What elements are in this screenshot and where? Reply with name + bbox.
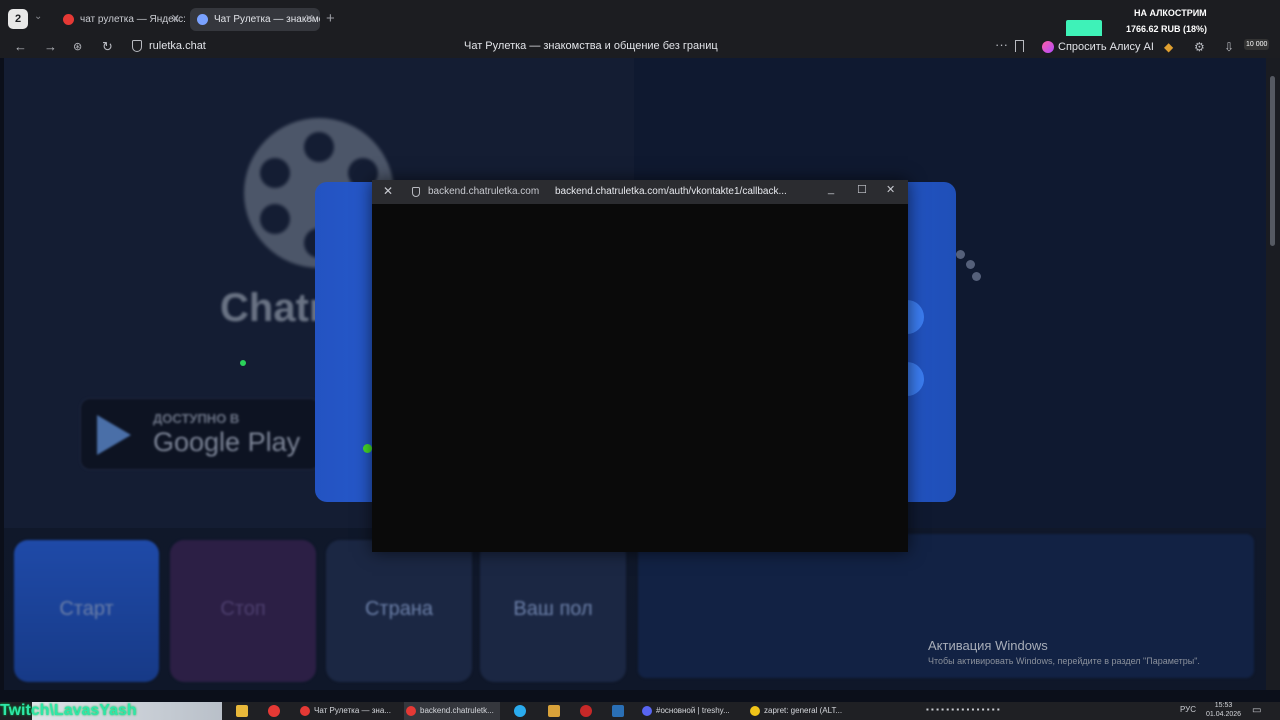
app-icon[interactable] [548, 705, 560, 717]
globe-favicon-icon [197, 14, 208, 25]
scrollbar-thumb[interactable] [1270, 76, 1275, 246]
twitch-username-overlay: Twitch\LavasYash [0, 702, 137, 719]
gplay-available-label: ДОСТУПНО В [153, 411, 240, 426]
popup-close-icon[interactable]: ✕ [383, 184, 393, 198]
taskbar-item-label: #основной | treshy... [656, 706, 730, 715]
stop-label: Стоп [220, 598, 266, 620]
tray-icons[interactable]: ▪ ▪ ▪ ▪ ▪ ▪ ▪ ▪ ▪ ▪ ▪ ▪ ▪ ▪ ▪ [926, 705, 1000, 714]
downloads-icon[interactable]: ⇩ [1224, 40, 1234, 54]
popup-url[interactable]: backend.chatruletka.com/auth/vkontakte1/… [555, 186, 787, 197]
page-scrollbar[interactable] [1266, 58, 1280, 690]
tab-close-icon[interactable]: ✕ [305, 8, 314, 31]
country-label: Страна [364, 598, 434, 620]
notifications-icon[interactable]: ▭ [1252, 705, 1261, 716]
yandex-browser-icon[interactable] [268, 705, 280, 717]
taskbar-item-label: backend.chatruletk... [420, 706, 494, 715]
telegram-icon[interactable] [514, 705, 526, 717]
country-button[interactable]: Страна [326, 540, 472, 682]
stop-button[interactable]: Стоп [170, 540, 316, 682]
gender-button[interactable]: Ваш пол [480, 540, 626, 682]
site-security-shield-icon[interactable] [132, 40, 142, 52]
window-close-icon[interactable]: ✕ [886, 183, 895, 196]
clock-date: 01.04.2026 [1206, 711, 1242, 718]
clock-time: 15:53 [1214, 702, 1233, 709]
online-status-dot [240, 360, 246, 366]
yandex-favicon-icon [63, 14, 74, 25]
bookmark-icon[interactable] [1015, 40, 1024, 52]
taskbar-item-discord[interactable]: #основной | treshy... [640, 702, 738, 720]
url-field[interactable]: ruletka.chat [149, 40, 206, 52]
ask-alice-button[interactable]: Спросить Алису AI [1040, 38, 1160, 56]
taskbar-item-backend[interactable]: backend.chatruletk... [404, 702, 500, 720]
taskbar-item-zapret[interactable]: zapret: general (ALT... [748, 702, 846, 720]
ask-alice-label: Спросить Алису AI [1058, 41, 1154, 53]
start-button[interactable]: Старт [14, 540, 159, 682]
page-title: Чат Рулетка — знакомства и общение без г… [464, 40, 718, 52]
taskbar-clock[interactable]: 15:53 01.04.2026 [1206, 701, 1241, 719]
loading-spinner-icon [956, 250, 965, 259]
popup-title-bar: ✕ backend.chatruletka.com backend.chatru… [372, 180, 908, 204]
windows-activation-watermark: Активация Windows Чтобы активировать Win… [928, 638, 1200, 666]
extensions-puzzle-icon[interactable]: ⚙ [1194, 40, 1205, 54]
file-explorer-icon[interactable] [236, 705, 248, 717]
new-tab-plus-icon[interactable]: + [326, 10, 335, 27]
taskbar-item-chat-ruletka[interactable]: Чат Рулетка — зна... [298, 702, 394, 720]
activation-title: Активация Windows [928, 638, 1048, 653]
status-green-dot [363, 444, 372, 453]
tab-chat-ruletka[interactable]: Чат Рулетка — знакомс ✕ [190, 8, 320, 31]
gender-label: Ваш пол [513, 598, 593, 620]
gplay-store-label: Google Play [153, 427, 301, 457]
brand-logo-text: Chatr [220, 286, 325, 330]
donation-goal-amount: 1766.62 RUB (18%) [1126, 24, 1208, 34]
donation-goal-title: НА АЛКОСТРИМ [1134, 8, 1207, 18]
more-dots-icon[interactable]: ··· [995, 37, 1008, 52]
language-indicator[interactable]: РУС [1180, 705, 1196, 714]
opera-icon[interactable] [580, 705, 592, 717]
maximize-icon[interactable]: ☐ [857, 183, 867, 196]
profile-button[interactable]: 2 [8, 9, 28, 29]
taskbar-item-label: zapret: general (ALT... [764, 706, 843, 715]
google-play-icon [97, 415, 131, 455]
back-arrow-icon[interactable]: ← [14, 39, 27, 55]
popup-host: backend.chatruletka.com [428, 186, 540, 197]
google-play-badge[interactable]: ДОСТУПНО В Google Play [80, 398, 320, 470]
activation-subtitle: Чтобы активировать Windows, перейдите в … [928, 656, 1200, 666]
windows-taskbar: Чат Рулетка — зна... backend.chatruletk.… [0, 702, 1280, 720]
minimize-icon[interactable]: _ [828, 183, 834, 195]
extension-icon[interactable]: ◆ [1164, 40, 1173, 54]
start-label: Старт [59, 598, 114, 620]
reload-icon[interactable]: ↻ [102, 39, 113, 55]
tabs-menu-chevron-icon[interactable]: ⌄ [34, 11, 42, 22]
auth-popup-window: ✕ backend.chatruletka.com backend.chatru… [372, 180, 908, 552]
tab-yandex-search[interactable]: чат рулетка — Яндекс: н ✕ [56, 8, 186, 31]
tab-close-icon[interactable]: ✕ [171, 8, 180, 31]
taskbar-item-label: Чат Рулетка — зна... [314, 706, 391, 715]
protect-shield-icon[interactable]: ⊛ [73, 39, 82, 55]
address-bar: ← → ⊛ ↻ ruletka.chat Чат Рулетка — знако… [0, 36, 1280, 58]
extension-counter-badge[interactable]: 10 000 [1244, 39, 1270, 50]
forward-arrow-icon[interactable]: → [44, 39, 57, 55]
popup-shield-icon[interactable] [412, 187, 420, 197]
alice-icon [1042, 41, 1054, 53]
tab-bar: 2 ⌄ чат рулетка — Яндекс: н ✕ Чат Рулетк… [0, 0, 1280, 42]
steam-icon[interactable] [612, 705, 624, 717]
